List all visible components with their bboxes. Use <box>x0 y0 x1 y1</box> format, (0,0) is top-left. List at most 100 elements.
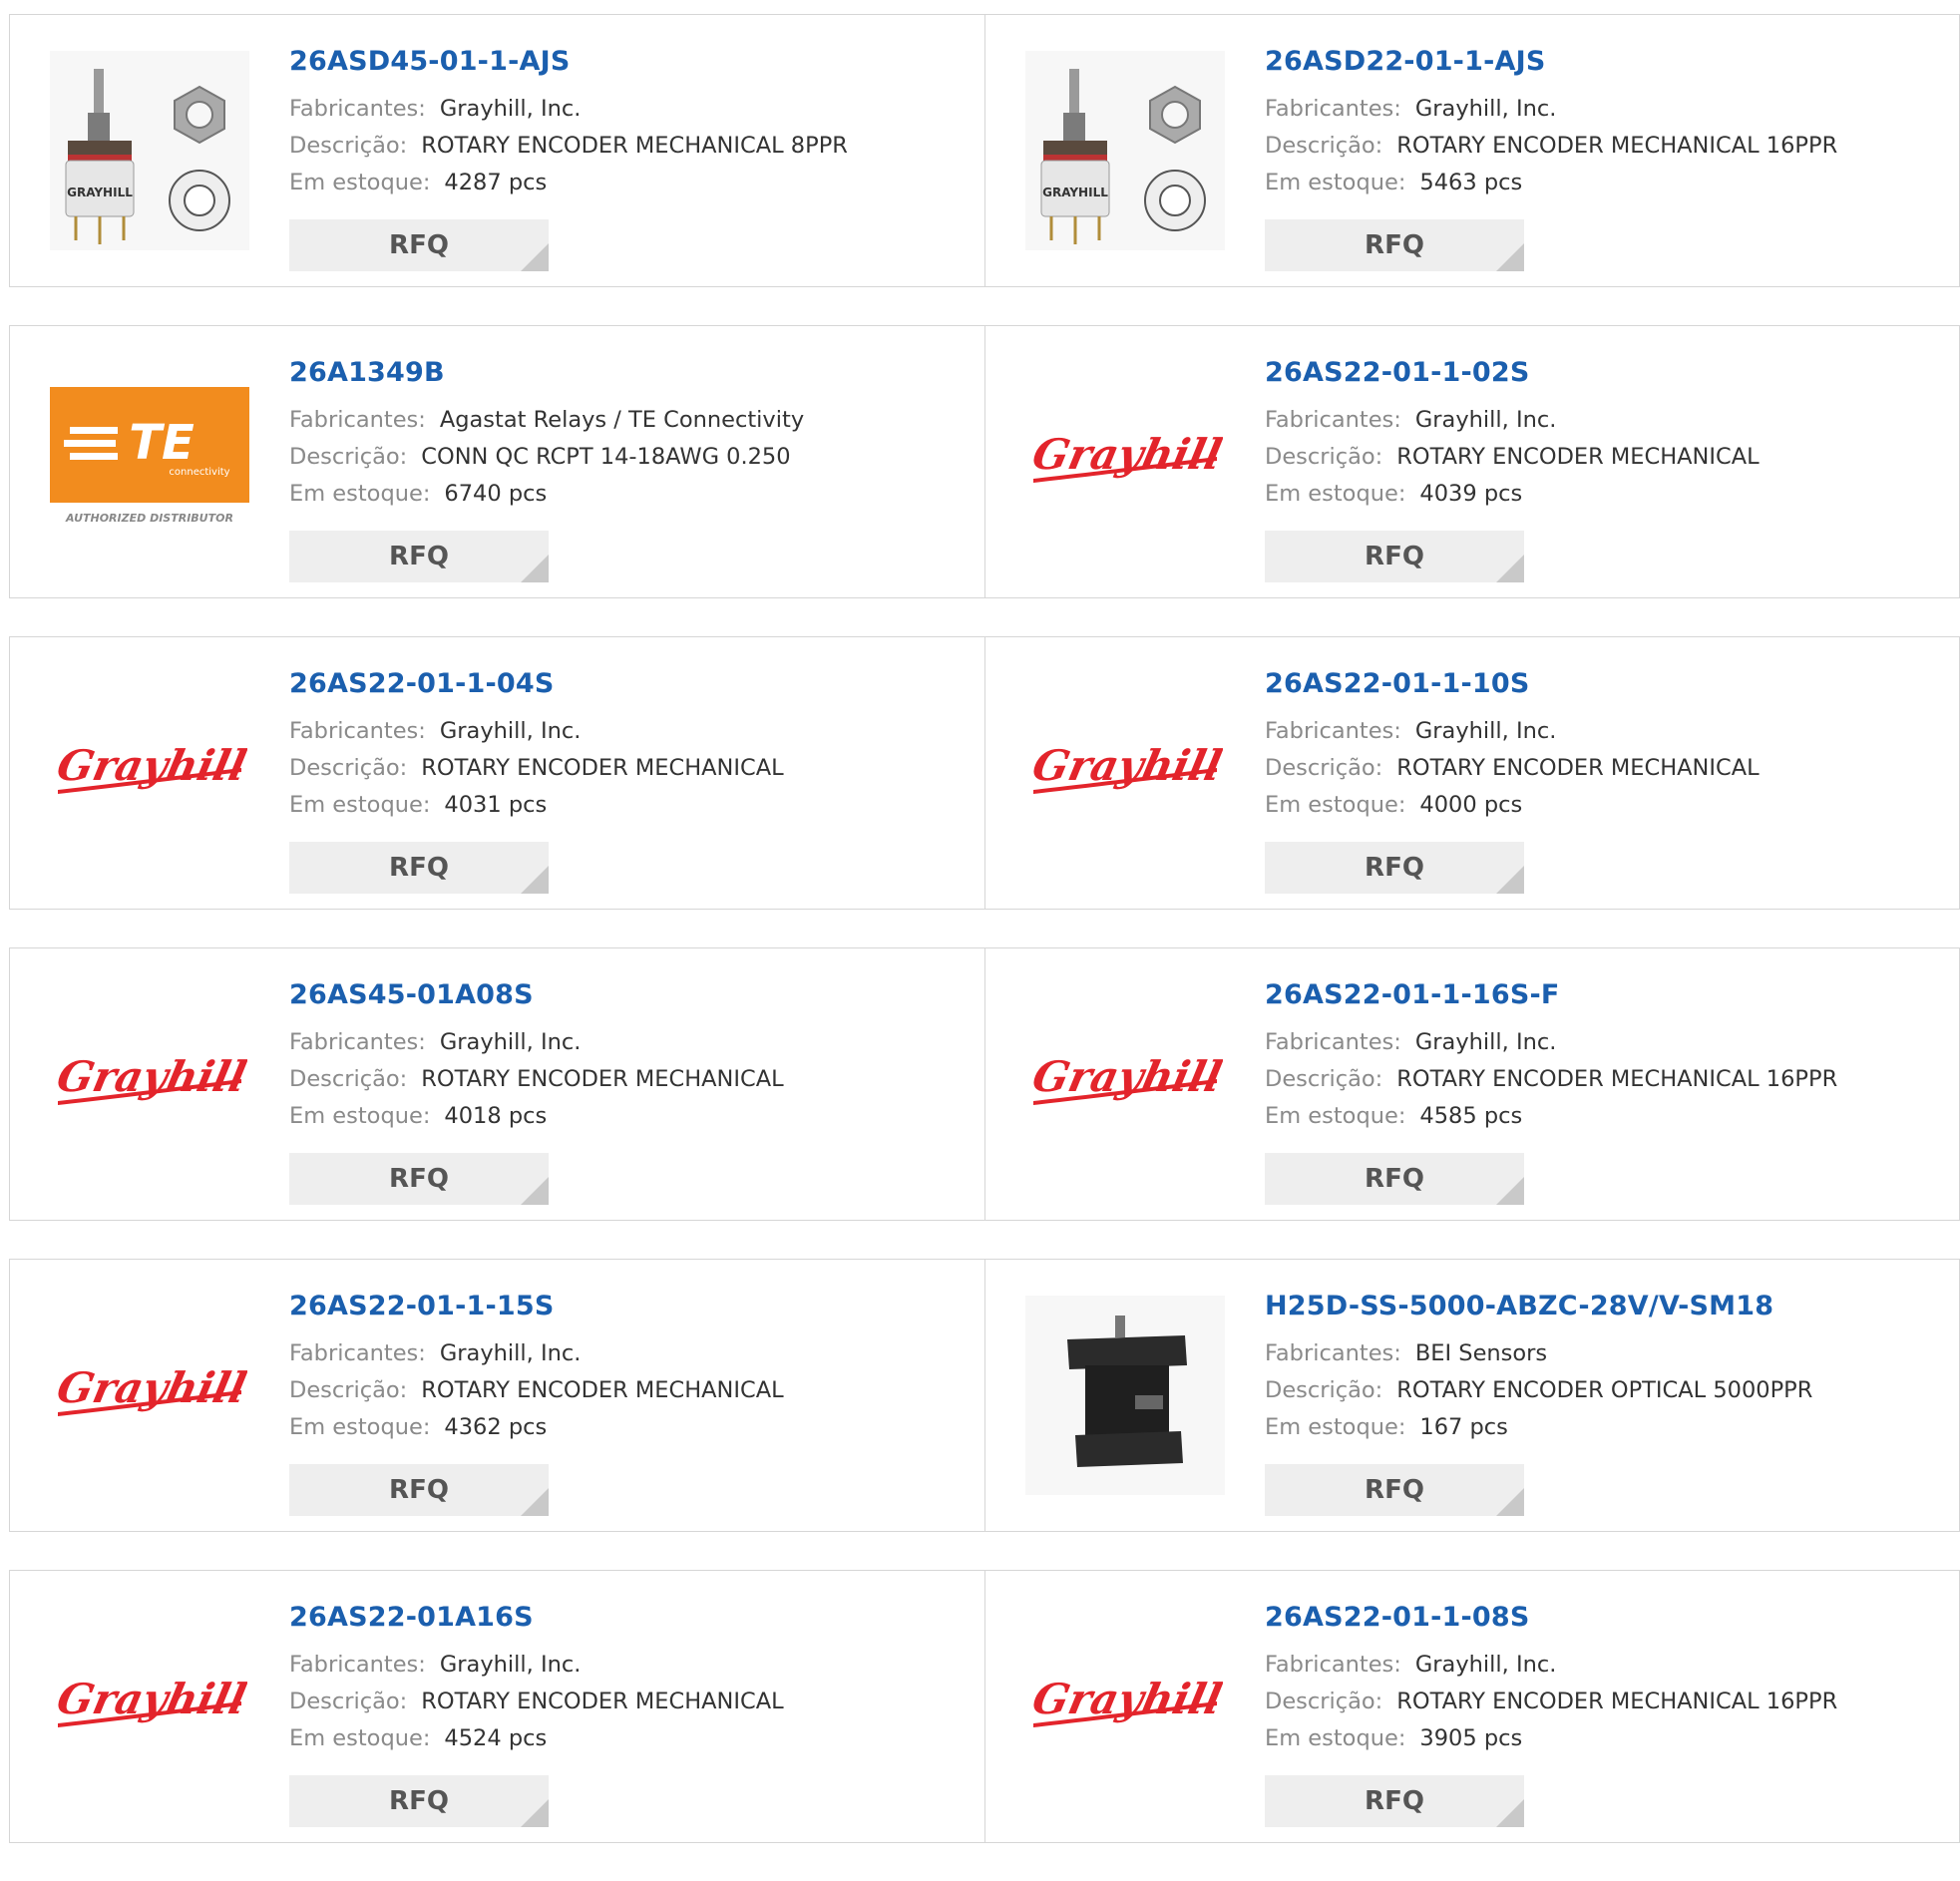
rfq-corner-decoration <box>1496 1799 1524 1827</box>
manufacturer-value: Grayhill, Inc. <box>439 1340 582 1366</box>
manufacturer-label: Fabricantes: <box>1265 96 1401 122</box>
part-number-link[interactable]: 26AS22-01-1-10S <box>1265 667 1949 701</box>
stock-label: Em estoque: <box>1265 792 1406 818</box>
product-image-link[interactable]: Grayhill <box>1025 673 1225 873</box>
rfq-corner-decoration <box>1496 1177 1524 1205</box>
rfq-button[interactable]: RFQ <box>1265 1153 1524 1205</box>
description-line: Descrição: CONN QC RCPT 14-18AWG 0.250 <box>289 439 975 476</box>
rfq-button-label: RFQ <box>389 230 449 260</box>
description-label: Descrição: <box>289 1377 408 1403</box>
product-info: 26ASD22-01-1-AJS Fabricantes: Grayhill, I… <box>1265 45 1949 271</box>
description-line: Descrição: ROTARY ENCODER MECHANICAL 16PP… <box>1265 1061 1949 1098</box>
rfq-corner-decoration <box>521 1488 549 1516</box>
grayhill-logo: Grayhill <box>53 741 247 794</box>
description-label: Descrição: <box>1265 133 1383 159</box>
svg-text:Grayhill: Grayhill <box>53 1363 247 1412</box>
stock-label: Em estoque: <box>1265 481 1406 507</box>
product-image-link[interactable]: TE connectivity AUTHORIZED DISTRIBUTOR <box>50 362 249 562</box>
grayhill-logo: Grayhill <box>1028 1052 1223 1105</box>
svg-text:Grayhill: Grayhill <box>1028 1675 1223 1723</box>
rfq-button[interactable]: RFQ <box>289 842 549 894</box>
product-info: 26AS22-01-1-08S Fabricantes: Grayhill, In… <box>1265 1601 1949 1827</box>
description-label: Descrição: <box>289 1066 408 1092</box>
product-image-link[interactable]: Grayhill <box>1025 1607 1225 1806</box>
rfq-button[interactable]: RFQ <box>1265 219 1524 271</box>
description-label: Descrição: <box>1265 1066 1383 1092</box>
product-row: TE connectivity AUTHORIZED DISTRIBUTOR 2… <box>9 325 1960 598</box>
product-card: Grayhill 26AS22-01-1-15S Fabricantes: Gra… <box>10 1260 984 1531</box>
product-card: Grayhill 26AS22-01-1-08S Fabricantes: Gra… <box>984 1571 1959 1842</box>
rfq-button-label: RFQ <box>1365 230 1424 260</box>
rfq-corner-decoration <box>521 1177 549 1205</box>
te-connectivity-logo: TE connectivity AUTHORIZED DISTRIBUTOR <box>50 387 249 525</box>
product-image-link[interactable]: Grayhill <box>50 1296 249 1495</box>
manufacturer-line: Fabricantes: Grayhill, Inc. <box>289 91 975 128</box>
rfq-button[interactable]: RFQ <box>289 1464 549 1516</box>
part-number-link[interactable]: 26AS22-01-1-08S <box>1265 1601 1949 1635</box>
product-card: Grayhill 26AS22-01-1-10S Fabricantes: Gra… <box>984 637 1959 909</box>
rfq-button[interactable]: RFQ <box>1265 842 1524 894</box>
rfq-button[interactable]: RFQ <box>289 219 549 271</box>
product-image-link[interactable]: GRAYHILL <box>50 51 249 250</box>
description-line: Descrição: ROTARY ENCODER MECHANICAL <box>289 1372 975 1409</box>
description-line: Descrição: ROTARY ENCODER MECHANICAL <box>1265 750 1949 787</box>
rfq-corner-decoration <box>1496 555 1524 582</box>
part-number-link[interactable]: 26AS22-01A16S <box>289 1601 975 1635</box>
product-image-link[interactable]: GRAYHILL <box>1025 51 1225 250</box>
stock-value: 3905 pcs <box>1419 1725 1523 1751</box>
svg-text:Grayhill: Grayhill <box>53 1052 247 1101</box>
stock-label: Em estoque: <box>289 1103 431 1129</box>
rfq-button[interactable]: RFQ <box>289 531 549 582</box>
part-number-link[interactable]: 26A1349B <box>289 356 975 390</box>
part-number-link[interactable]: 26AS22-01-1-02S <box>1265 356 1949 390</box>
part-number-link[interactable]: 26AS22-01-1-16S-F <box>1265 978 1949 1012</box>
product-info: 26AS22-01-1-10S Fabricantes: Grayhill, In… <box>1265 667 1949 894</box>
part-number-link[interactable]: 26AS45-01A08S <box>289 978 975 1012</box>
rfq-button[interactable]: RFQ <box>1265 1464 1524 1516</box>
description-label: Descrição: <box>289 755 408 781</box>
rfq-button[interactable]: RFQ <box>289 1775 549 1827</box>
description-value: ROTARY ENCODER MECHANICAL 8PPR <box>421 133 848 159</box>
manufacturer-label: Fabricantes: <box>1265 1652 1401 1678</box>
description-value: ROTARY ENCODER MECHANICAL 16PPR <box>1396 133 1838 159</box>
manufacturer-line: Fabricantes: Grayhill, Inc. <box>289 713 975 750</box>
product-image-link[interactable]: Grayhill <box>50 673 249 873</box>
rfq-button-label: RFQ <box>1365 1786 1424 1816</box>
part-number-link[interactable]: 26ASD22-01-1-AJS <box>1265 45 1949 79</box>
rfq-button-label: RFQ <box>389 542 449 571</box>
rfq-button[interactable]: RFQ <box>289 1153 549 1205</box>
rfq-button-label: RFQ <box>389 1475 449 1505</box>
product-image-link[interactable]: Grayhill <box>50 984 249 1184</box>
part-number-link[interactable]: 26ASD45-01-1-AJS <box>289 45 975 79</box>
stock-value: 4018 pcs <box>444 1103 548 1129</box>
manufacturer-value: Agastat Relays / TE Connectivity <box>439 407 805 433</box>
stock-label: Em estoque: <box>1265 170 1406 195</box>
rfq-button[interactable]: RFQ <box>1265 531 1524 582</box>
part-number-link[interactable]: 26AS22-01-1-04S <box>289 667 975 701</box>
part-number-link[interactable]: 26AS22-01-1-15S <box>289 1290 975 1323</box>
manufacturer-value: Grayhill, Inc. <box>1414 1029 1557 1055</box>
product-image-link[interactable]: Grayhill <box>50 1607 249 1806</box>
manufacturer-label: Fabricantes: <box>289 718 426 744</box>
stock-label: Em estoque: <box>289 792 431 818</box>
description-label: Descrição: <box>1265 1377 1383 1403</box>
manufacturer-line: Fabricantes: Grayhill, Inc. <box>1265 402 1949 439</box>
grayhill-logo: Grayhill <box>1028 430 1223 483</box>
description-value: ROTARY ENCODER MECHANICAL <box>1396 755 1760 781</box>
manufacturer-value: Grayhill, Inc. <box>1414 407 1557 433</box>
description-label: Descrição: <box>1265 1689 1383 1714</box>
stock-line: Em estoque: 4362 pcs <box>289 1409 975 1446</box>
manufacturer-label: Fabricantes: <box>1265 1340 1401 1366</box>
product-row: GRAYHILL 26ASD45-01-1-AJS Fabricantes: Gr… <box>9 14 1960 287</box>
stock-value: 4362 pcs <box>444 1414 548 1440</box>
part-number-link[interactable]: H25D-SS-5000-ABZC-28V/V-SM18 <box>1265 1290 1949 1323</box>
description-line: Descrição: ROTARY ENCODER MECHANICAL <box>289 1684 975 1720</box>
product-image-link[interactable]: Grayhill <box>1025 984 1225 1184</box>
product-image-link[interactable] <box>1025 1296 1225 1495</box>
rfq-button[interactable]: RFQ <box>1265 1775 1524 1827</box>
stock-line: Em estoque: 4287 pcs <box>289 165 975 201</box>
manufacturer-label: Fabricantes: <box>289 96 426 122</box>
description-label: Descrição: <box>289 1689 408 1714</box>
manufacturer-line: Fabricantes: Grayhill, Inc. <box>1265 1647 1949 1684</box>
product-image-link[interactable]: Grayhill <box>1025 362 1225 562</box>
